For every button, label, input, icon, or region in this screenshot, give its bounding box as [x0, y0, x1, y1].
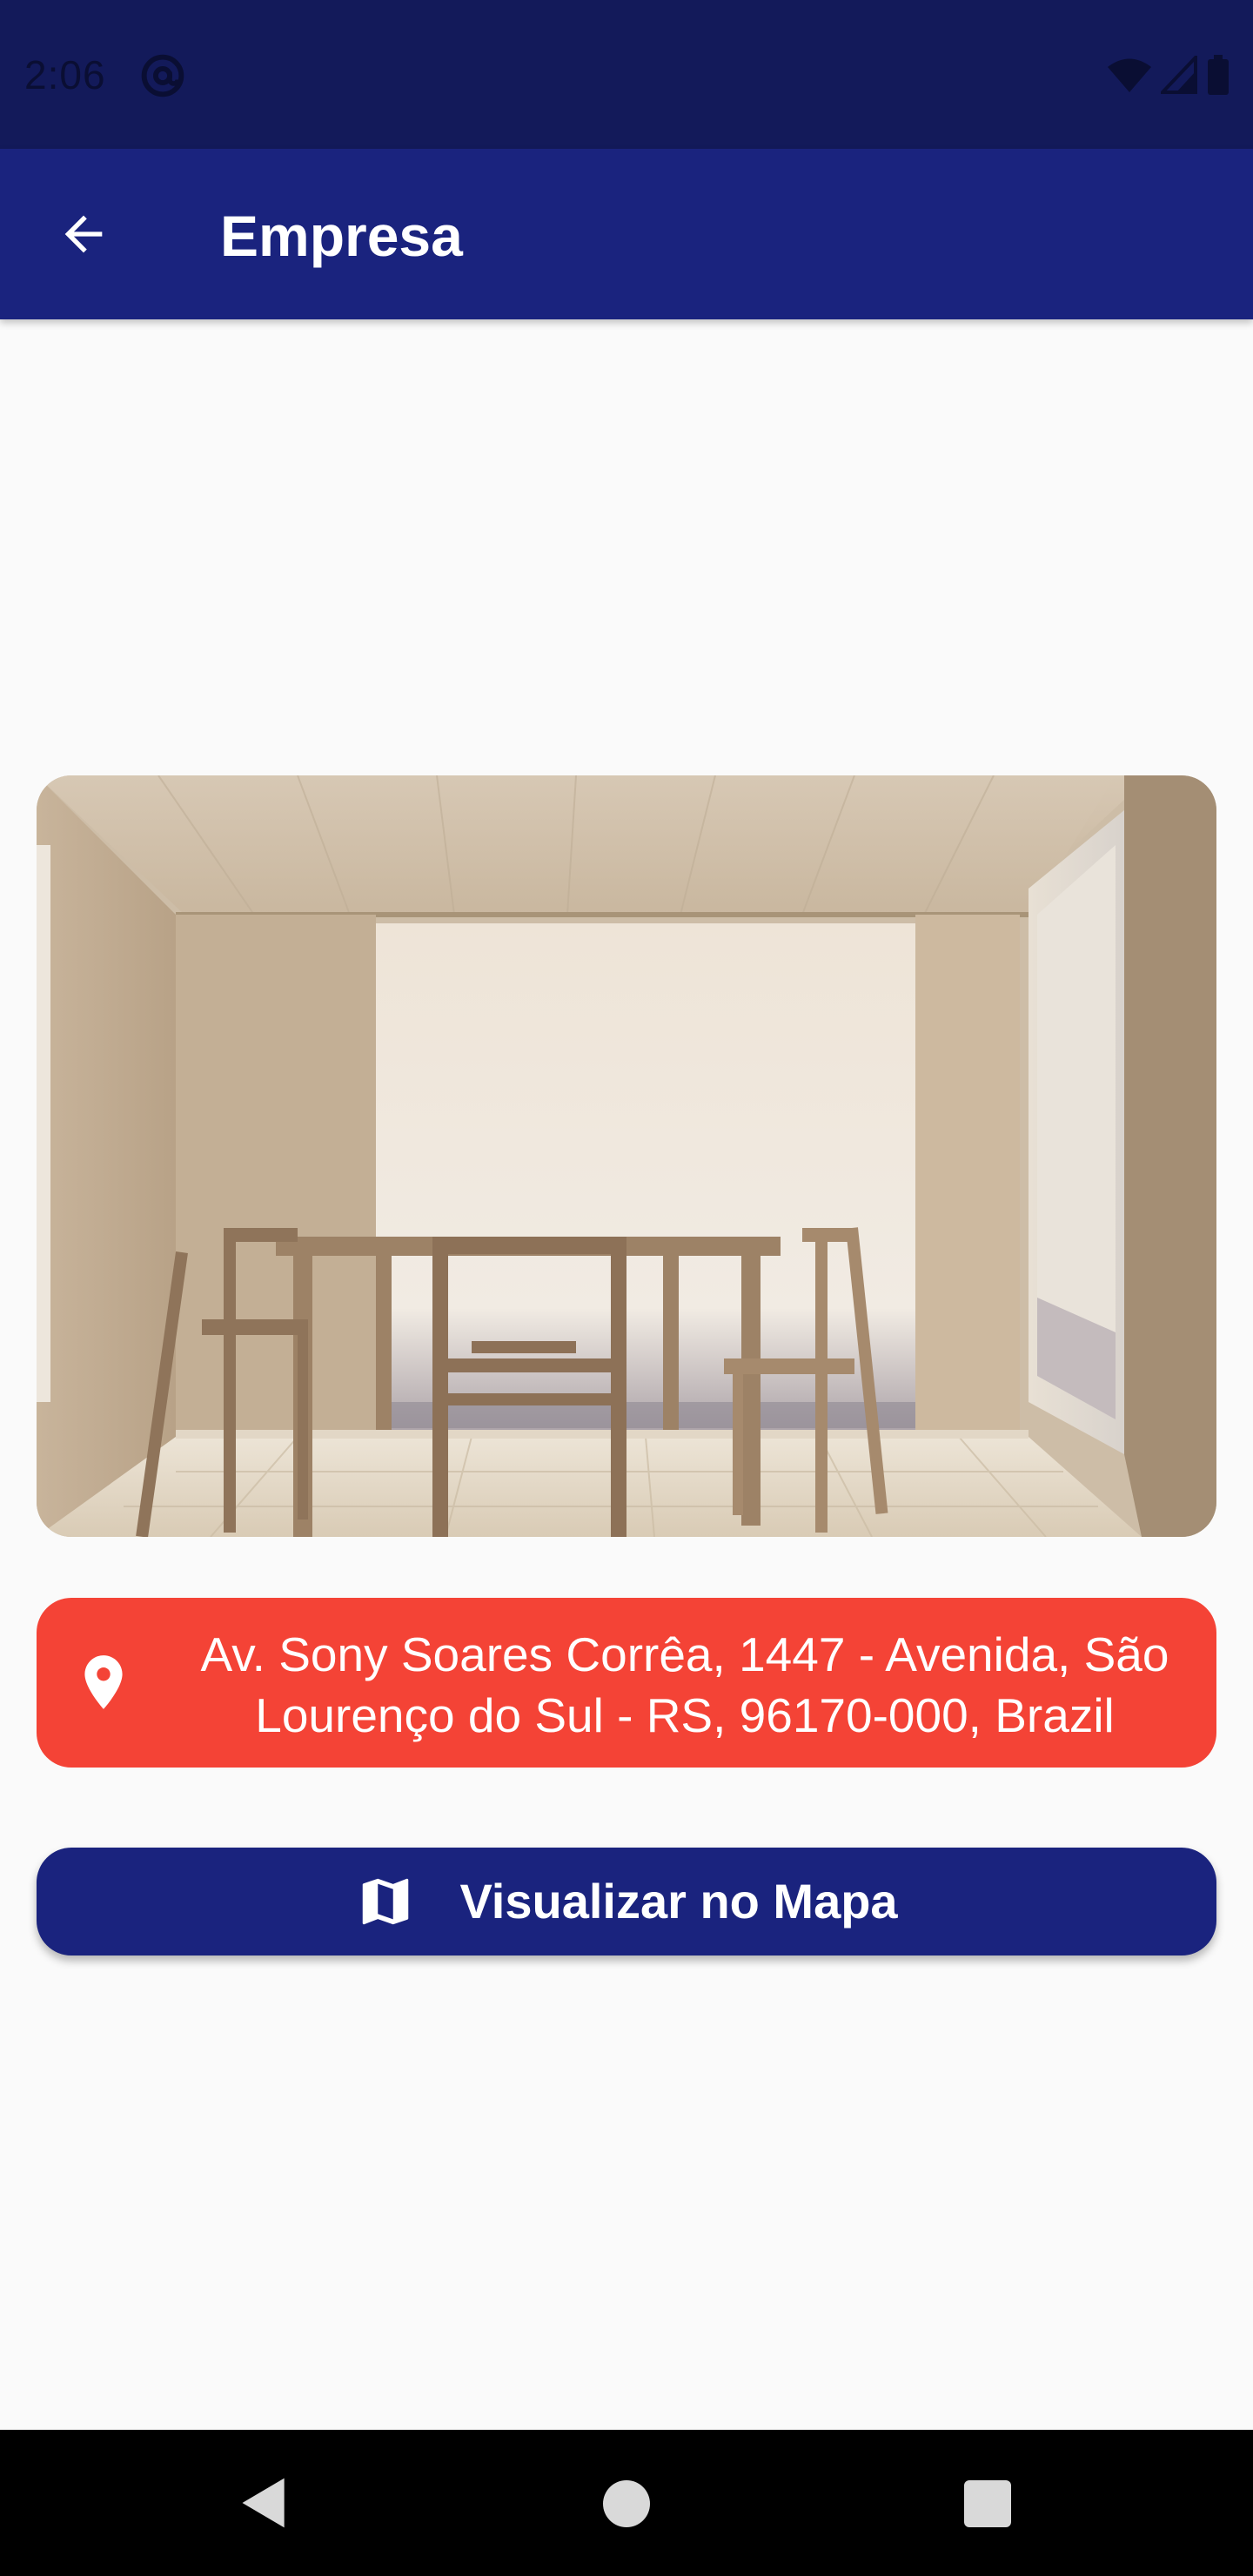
cellular-signal-icon	[1161, 56, 1197, 94]
status-icons	[1107, 54, 1230, 96]
system-nav-bar	[0, 2430, 1253, 2576]
arrow-back-icon	[64, 215, 103, 253]
address-card[interactable]: Av. Sony Soares Corrêa, 1447 - Avenida, …	[37, 1598, 1216, 1768]
page-title: Empresa	[220, 204, 463, 268]
view-on-map-label: Visualizar no Mapa	[459, 1874, 898, 1929]
room-photo	[37, 775, 1216, 1537]
address-line-2: Lourenço do Sul - RS, 96170-000, Brazil	[255, 1688, 1115, 1742]
view-on-map-button[interactable]: Visualizar no Mapa	[37, 1848, 1216, 1955]
status-bar: 2:06	[0, 0, 1253, 149]
nav-recents-icon[interactable]	[964, 2480, 1011, 2527]
map-icon	[363, 1878, 409, 1925]
nav-back-icon[interactable]	[235, 2473, 294, 2532]
address-text: Av. Sony Soares Corrêa, 1447 - Avenida, …	[167, 1624, 1203, 1746]
back-button[interactable]	[42, 192, 125, 276]
company-photo	[37, 775, 1216, 1537]
location-pin-icon	[84, 1655, 123, 1709]
at-sign-icon	[141, 54, 184, 97]
nav-home-icon[interactable]	[603, 2480, 650, 2527]
battery-icon	[1208, 55, 1229, 95]
wifi-icon	[1108, 58, 1151, 92]
address-line-1: Av. Sony Soares Corrêa, 1447 - Avenida, …	[200, 1627, 1169, 1681]
app-bar: Empresa	[0, 149, 1253, 319]
status-time: 2:06	[24, 52, 106, 97]
